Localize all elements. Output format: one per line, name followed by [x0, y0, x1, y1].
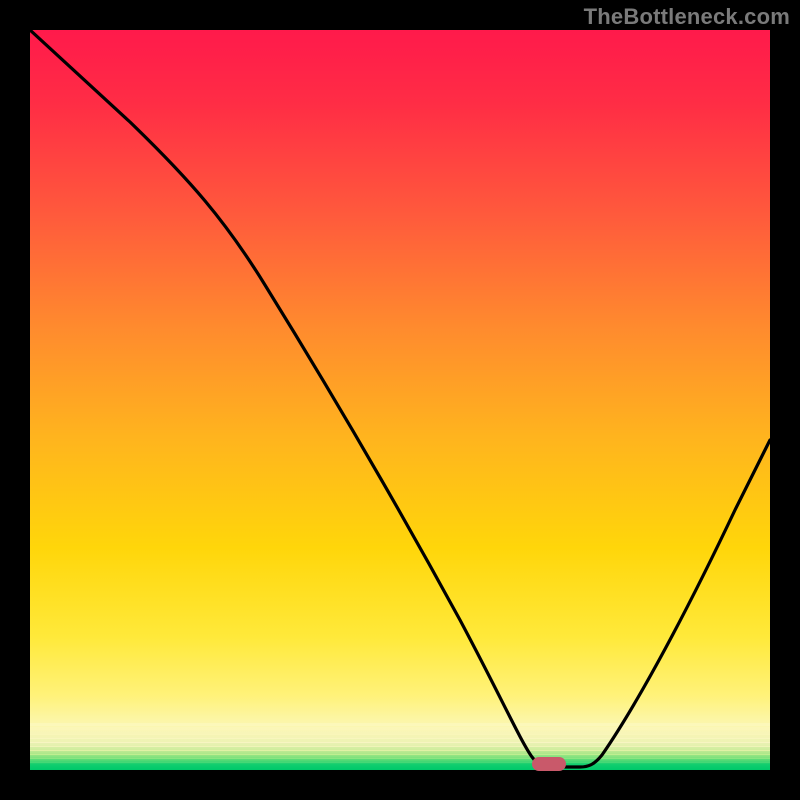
optimum-marker [532, 757, 566, 771]
watermark-text: TheBottleneck.com [584, 4, 790, 30]
chart-canvas: TheBottleneck.com [0, 0, 800, 800]
gradient-plot-area [30, 30, 770, 770]
